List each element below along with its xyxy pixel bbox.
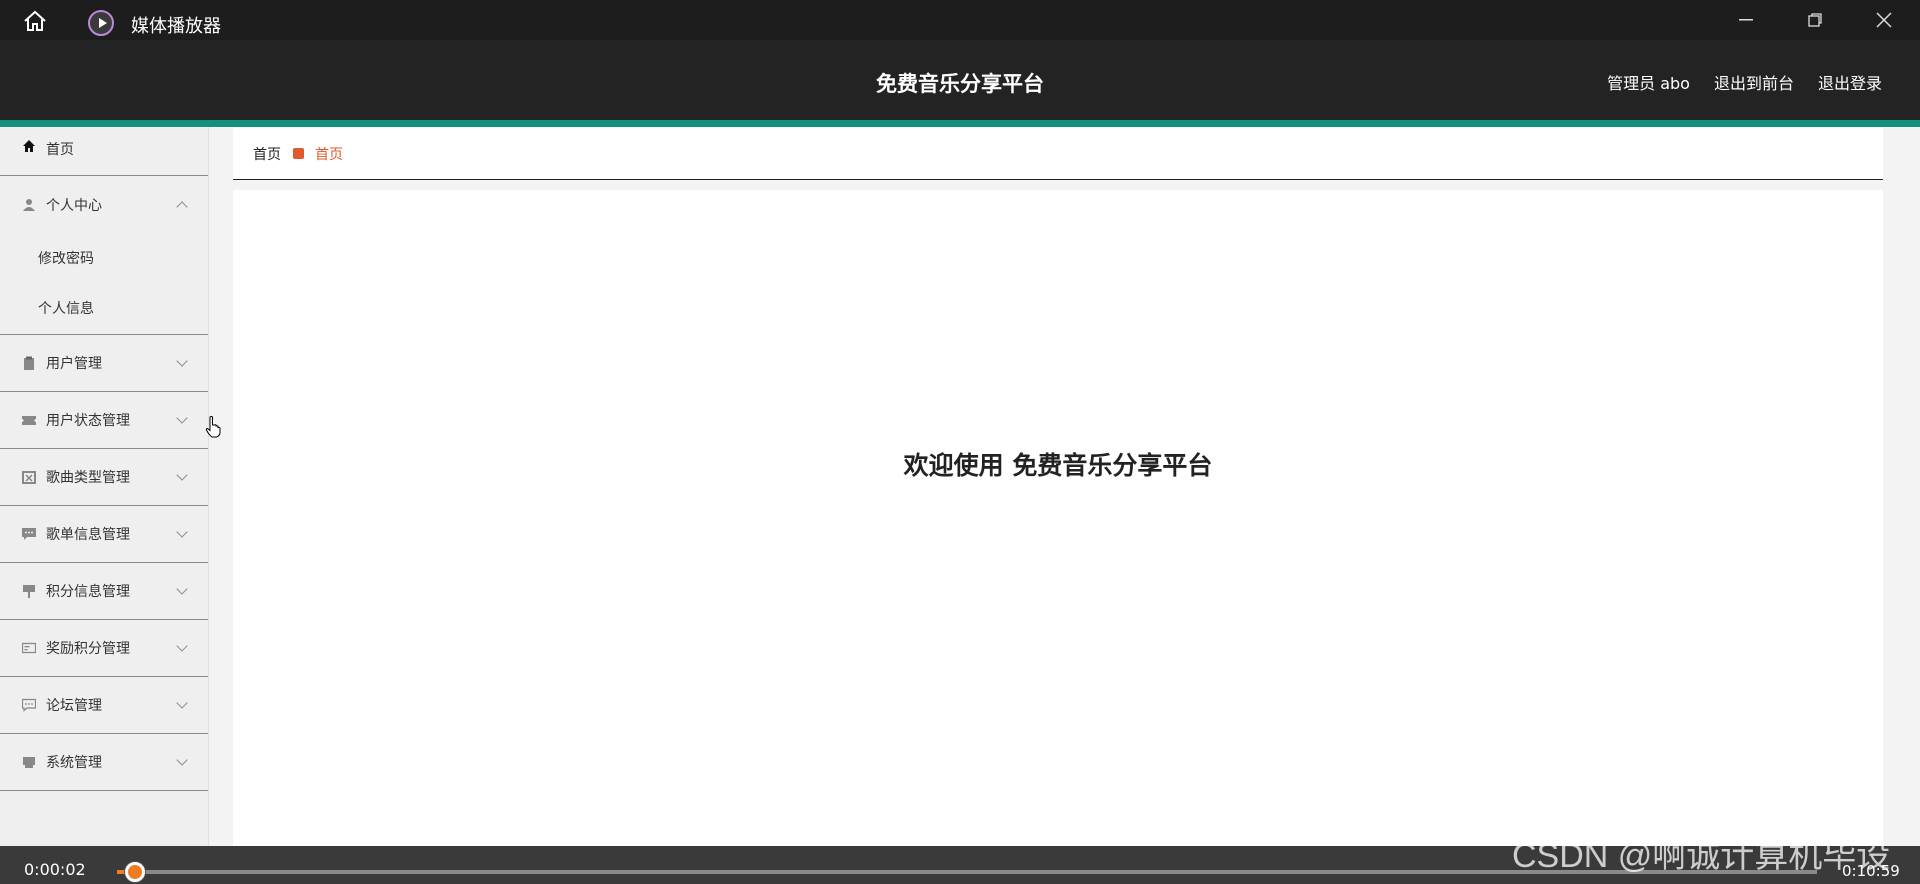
header-nav: 管理员 abo 退出到前台 退出登录 [1607,70,1882,94]
sidebar-item-label: 歌单信息管理 [46,527,130,543]
sidebar-item-user-management[interactable]: 用户管理 [0,335,208,392]
sidebar-item-song-type[interactable]: 歌曲类型管理 [0,449,208,506]
sidebar-item-label: 歌曲类型管理 [46,470,130,486]
sidebar-item-label: 用户管理 [46,356,102,372]
watermark: CSDN @啊诚计算机毕设 [1512,837,1891,875]
breadcrumb-root[interactable]: 首页 [253,144,281,164]
sidebar-item-label: 首页 [46,142,74,158]
media-player-logo-icon [88,10,114,36]
chevron-down-icon [176,697,188,709]
app-header: 免费音乐分享平台 管理员 abo 退出到前台 退出登录 [0,40,1920,120]
ticket-icon [22,416,36,425]
restore-button[interactable] [1787,0,1843,40]
header-accent-bar [0,120,1920,127]
sidebar-item-forum[interactable]: 论坛管理 [0,677,208,734]
hand-cursor-icon [205,416,221,438]
admin-label: 管理员 abo [1607,74,1690,93]
sidebar-item-label: 个人中心 [46,198,102,214]
sidebar-item-user-status[interactable]: 用户状态管理 [0,392,208,449]
card-icon [22,642,36,654]
seek-handle[interactable] [125,862,145,882]
message-icon [22,698,36,712]
sidebar-item-reward-points[interactable]: 奖励积分管理 [0,620,208,677]
chevron-down-icon [176,526,188,538]
clipboard-icon [24,356,34,370]
player-titlebar: 媒体播放器 [0,0,1920,40]
chevron-down-icon [176,355,188,367]
welcome-message: 欢迎使用 免费音乐分享平台 [903,451,1213,480]
sidebar-subitem-change-password[interactable]: 修改密码 [0,234,208,284]
exit-to-front-link[interactable]: 退出到前台 [1714,70,1794,94]
sidebar-item-points-info[interactable]: 积分信息管理 [0,563,208,620]
close-icon [1876,12,1892,28]
chevron-up-icon [176,201,188,213]
box-icon [22,471,36,484]
player-app-name: 媒体播放器 [131,16,221,37]
logout-link[interactable]: 退出登录 [1818,70,1882,94]
sidebar-group-personal: 个人中心 修改密码 个人信息 [0,176,208,335]
sign-icon [23,585,35,598]
minimize-button[interactable] [1718,0,1774,40]
sidebar-subitem-personal-info[interactable]: 个人信息 [0,284,208,334]
sidebar-item-label: 奖励积分管理 [46,641,130,657]
sidebar-item-label: 用户状态管理 [46,413,130,429]
chevron-down-icon [176,469,188,481]
home-icon [23,140,35,152]
main-panel: 欢迎使用 免费音乐分享平台 [233,190,1883,846]
sidebar-item-label: 论坛管理 [46,698,102,714]
chevron-down-icon [176,583,188,595]
sidebar-item-system[interactable]: 系统管理 [0,734,208,791]
chat-icon [22,528,36,540]
user-icon [23,199,35,211]
restore-icon [1808,13,1822,27]
chevron-down-icon [176,640,188,652]
close-button[interactable] [1856,0,1912,40]
breadcrumb: 首页 首页 [233,128,1883,180]
sidebar-item-home[interactable]: 首页 [0,127,208,176]
page-scrollbar[interactable] [1900,127,1920,846]
chevron-down-icon [176,754,188,766]
minimize-icon [1739,19,1753,21]
home-icon[interactable] [22,10,48,32]
sidebar-item-playlist-info[interactable]: 歌单信息管理 [0,506,208,563]
sidebar-item-label: 系统管理 [46,755,102,771]
current-time: 0:00:02 [24,860,86,879]
breadcrumb-current: 首页 [315,146,343,163]
breadcrumb-home-icon [293,148,304,159]
chevron-down-icon [176,412,188,424]
sidebar: 首页 个人中心 修改密码 个人信息 用户管理 用户状态管理 歌曲类型管理 歌单信… [0,127,209,846]
sidebar-item-personal-center[interactable]: 个人中心 [0,176,208,234]
server-icon [23,757,35,768]
sidebar-item-label: 积分信息管理 [46,584,130,600]
